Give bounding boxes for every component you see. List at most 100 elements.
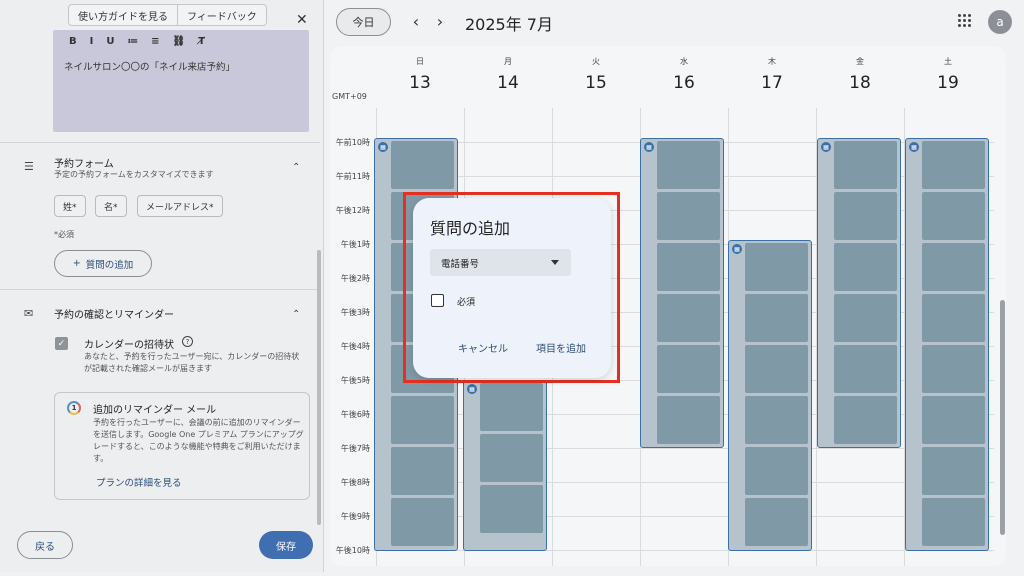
day-header[interactable]: 火 15 <box>552 46 640 102</box>
chevron-up-icon[interactable]: ⌃ <box>292 309 300 320</box>
time-slot[interactable] <box>657 243 720 291</box>
editor-toolbar: B I U ≔ ≡ ⛓ T̸ <box>69 36 205 47</box>
time-slot[interactable] <box>922 192 985 240</box>
bold-icon[interactable]: B <box>69 36 77 47</box>
time-slot[interactable] <box>657 192 720 240</box>
chevron-left-icon[interactable]: ‹ <box>406 10 426 32</box>
time-slot[interactable] <box>391 396 454 444</box>
help-icon[interactable]: ? <box>182 336 193 347</box>
time-slot[interactable] <box>657 294 720 342</box>
confirm-section-title: 予約の確認とリマインダー <box>54 310 174 321</box>
day-header[interactable]: 水 16 <box>640 46 728 102</box>
time-slot[interactable] <box>834 396 897 444</box>
time-slot[interactable] <box>480 485 543 533</box>
time-slot[interactable] <box>391 141 454 189</box>
availability-block[interactable]: ▦ <box>817 138 901 448</box>
add-item-button[interactable]: 項目を追加 <box>536 340 586 355</box>
back-button[interactable]: 戻る <box>17 531 73 559</box>
day-header[interactable]: 木 17 <box>728 46 816 102</box>
day-header[interactable]: 日 13 <box>376 46 464 102</box>
chip-first-name[interactable]: 名* <box>95 195 127 217</box>
day-number[interactable]: 16 <box>640 73 728 93</box>
avatar[interactable]: a <box>988 10 1012 34</box>
divider <box>0 142 320 143</box>
guide-button[interactable]: 使い方ガイドを見る <box>68 4 178 26</box>
availability-block[interactable]: ▦ <box>640 138 724 448</box>
bullet-list-icon[interactable]: ≡ <box>151 36 159 47</box>
reminder-card: 1 追加のリマインダー メール 予約を行ったユーザーに、会議の前に追加のリマイン… <box>54 392 310 500</box>
calendar-scrollbar[interactable] <box>1000 300 1005 535</box>
apps-grid-icon[interactable] <box>958 14 972 28</box>
clear-format-icon[interactable]: T̸ <box>198 36 205 47</box>
save-button[interactable]: 保存 <box>259 531 313 559</box>
chevron-up-icon[interactable]: ⌃ <box>292 162 300 173</box>
chevron-right-icon[interactable]: › <box>430 10 450 32</box>
time-slot[interactable] <box>745 498 808 546</box>
invite-checkbox[interactable]: ✓ <box>55 337 68 350</box>
day-header[interactable]: 土 19 <box>904 46 992 102</box>
day-number[interactable]: 13 <box>376 73 464 93</box>
editor-text[interactable]: ネイルサロン〇〇の「ネイル来店予約」 <box>64 59 235 73</box>
add-question-button[interactable]: + 質問の追加 <box>54 250 152 277</box>
day-number[interactable]: 19 <box>904 73 992 93</box>
time-slot[interactable] <box>391 498 454 546</box>
day-number[interactable]: 17 <box>728 73 816 93</box>
time-slot[interactable] <box>657 396 720 444</box>
time-slot[interactable] <box>834 294 897 342</box>
chip-last-name[interactable]: 姓* <box>54 195 86 217</box>
time-slot[interactable] <box>922 498 985 546</box>
time-slot[interactable] <box>745 294 808 342</box>
chip-email[interactable]: メールアドレス* <box>137 195 223 217</box>
required-checkbox[interactable] <box>431 294 444 307</box>
list-icon: ☰ <box>24 160 34 173</box>
time-slot[interactable] <box>480 383 543 431</box>
time-slot[interactable] <box>922 396 985 444</box>
time-label: 午後7時 <box>340 444 370 453</box>
day-number[interactable]: 15 <box>552 73 640 93</box>
time-slot[interactable] <box>391 447 454 495</box>
time-slot[interactable] <box>922 294 985 342</box>
time-slot[interactable] <box>834 192 897 240</box>
sidebar-scrollbar[interactable] <box>317 250 321 525</box>
time-slot[interactable] <box>657 141 720 189</box>
description-editor[interactable]: B I U ≔ ≡ ⛓ T̸ ネイルサロン〇〇の「ネイル来店予約」 <box>53 30 309 132</box>
day-header[interactable]: 月 14 <box>464 46 552 102</box>
day-header[interactable]: 金 18 <box>816 46 904 102</box>
availability-block[interactable]: ▦ <box>463 380 547 551</box>
time-slot[interactable] <box>834 243 897 291</box>
time-slot[interactable] <box>922 345 985 393</box>
time-slot[interactable] <box>834 141 897 189</box>
time-slot[interactable] <box>834 345 897 393</box>
time-slot[interactable] <box>922 447 985 495</box>
day-number[interactable]: 14 <box>464 73 552 93</box>
time-slot[interactable] <box>657 345 720 393</box>
time-slot[interactable] <box>745 345 808 393</box>
question-type-value: 電話番号 <box>441 258 480 270</box>
availability-block[interactable]: ▦ <box>905 138 989 551</box>
time-slot[interactable] <box>745 243 808 291</box>
feedback-button[interactable]: フィードバック <box>178 4 267 26</box>
numbered-list-icon[interactable]: ≔ <box>127 36 138 47</box>
availability-block[interactable]: ▦ <box>728 240 812 551</box>
today-button[interactable]: 今日 <box>336 8 391 36</box>
time-slot[interactable] <box>745 447 808 495</box>
underline-icon[interactable]: U <box>106 36 114 47</box>
question-type-select[interactable]: 電話番号 <box>430 249 571 276</box>
time-slot[interactable] <box>922 243 985 291</box>
time-slot[interactable] <box>745 396 808 444</box>
time-label: 午後10時 <box>335 546 370 555</box>
dialog-title: 質問の追加 <box>430 219 511 238</box>
time-slot[interactable] <box>480 434 543 482</box>
calendar-icon: ▦ <box>378 142 388 152</box>
close-icon[interactable]: ✕ <box>296 12 308 28</box>
italic-icon[interactable]: I <box>90 36 94 47</box>
time-slot[interactable] <box>922 141 985 189</box>
link-icon[interactable]: ⛓ <box>173 36 186 47</box>
time-label: 午後1時 <box>340 240 370 249</box>
google-one-icon: 1 <box>67 401 81 415</box>
cancel-button[interactable]: キャンセル <box>458 340 508 355</box>
day-of-week: 土 <box>944 57 952 66</box>
calendar-header: 今日 ‹ › 2025年 7月 a <box>330 0 1024 44</box>
day-number[interactable]: 18 <box>816 73 904 93</box>
plan-details-link[interactable]: プランの詳細を見る <box>96 475 182 489</box>
